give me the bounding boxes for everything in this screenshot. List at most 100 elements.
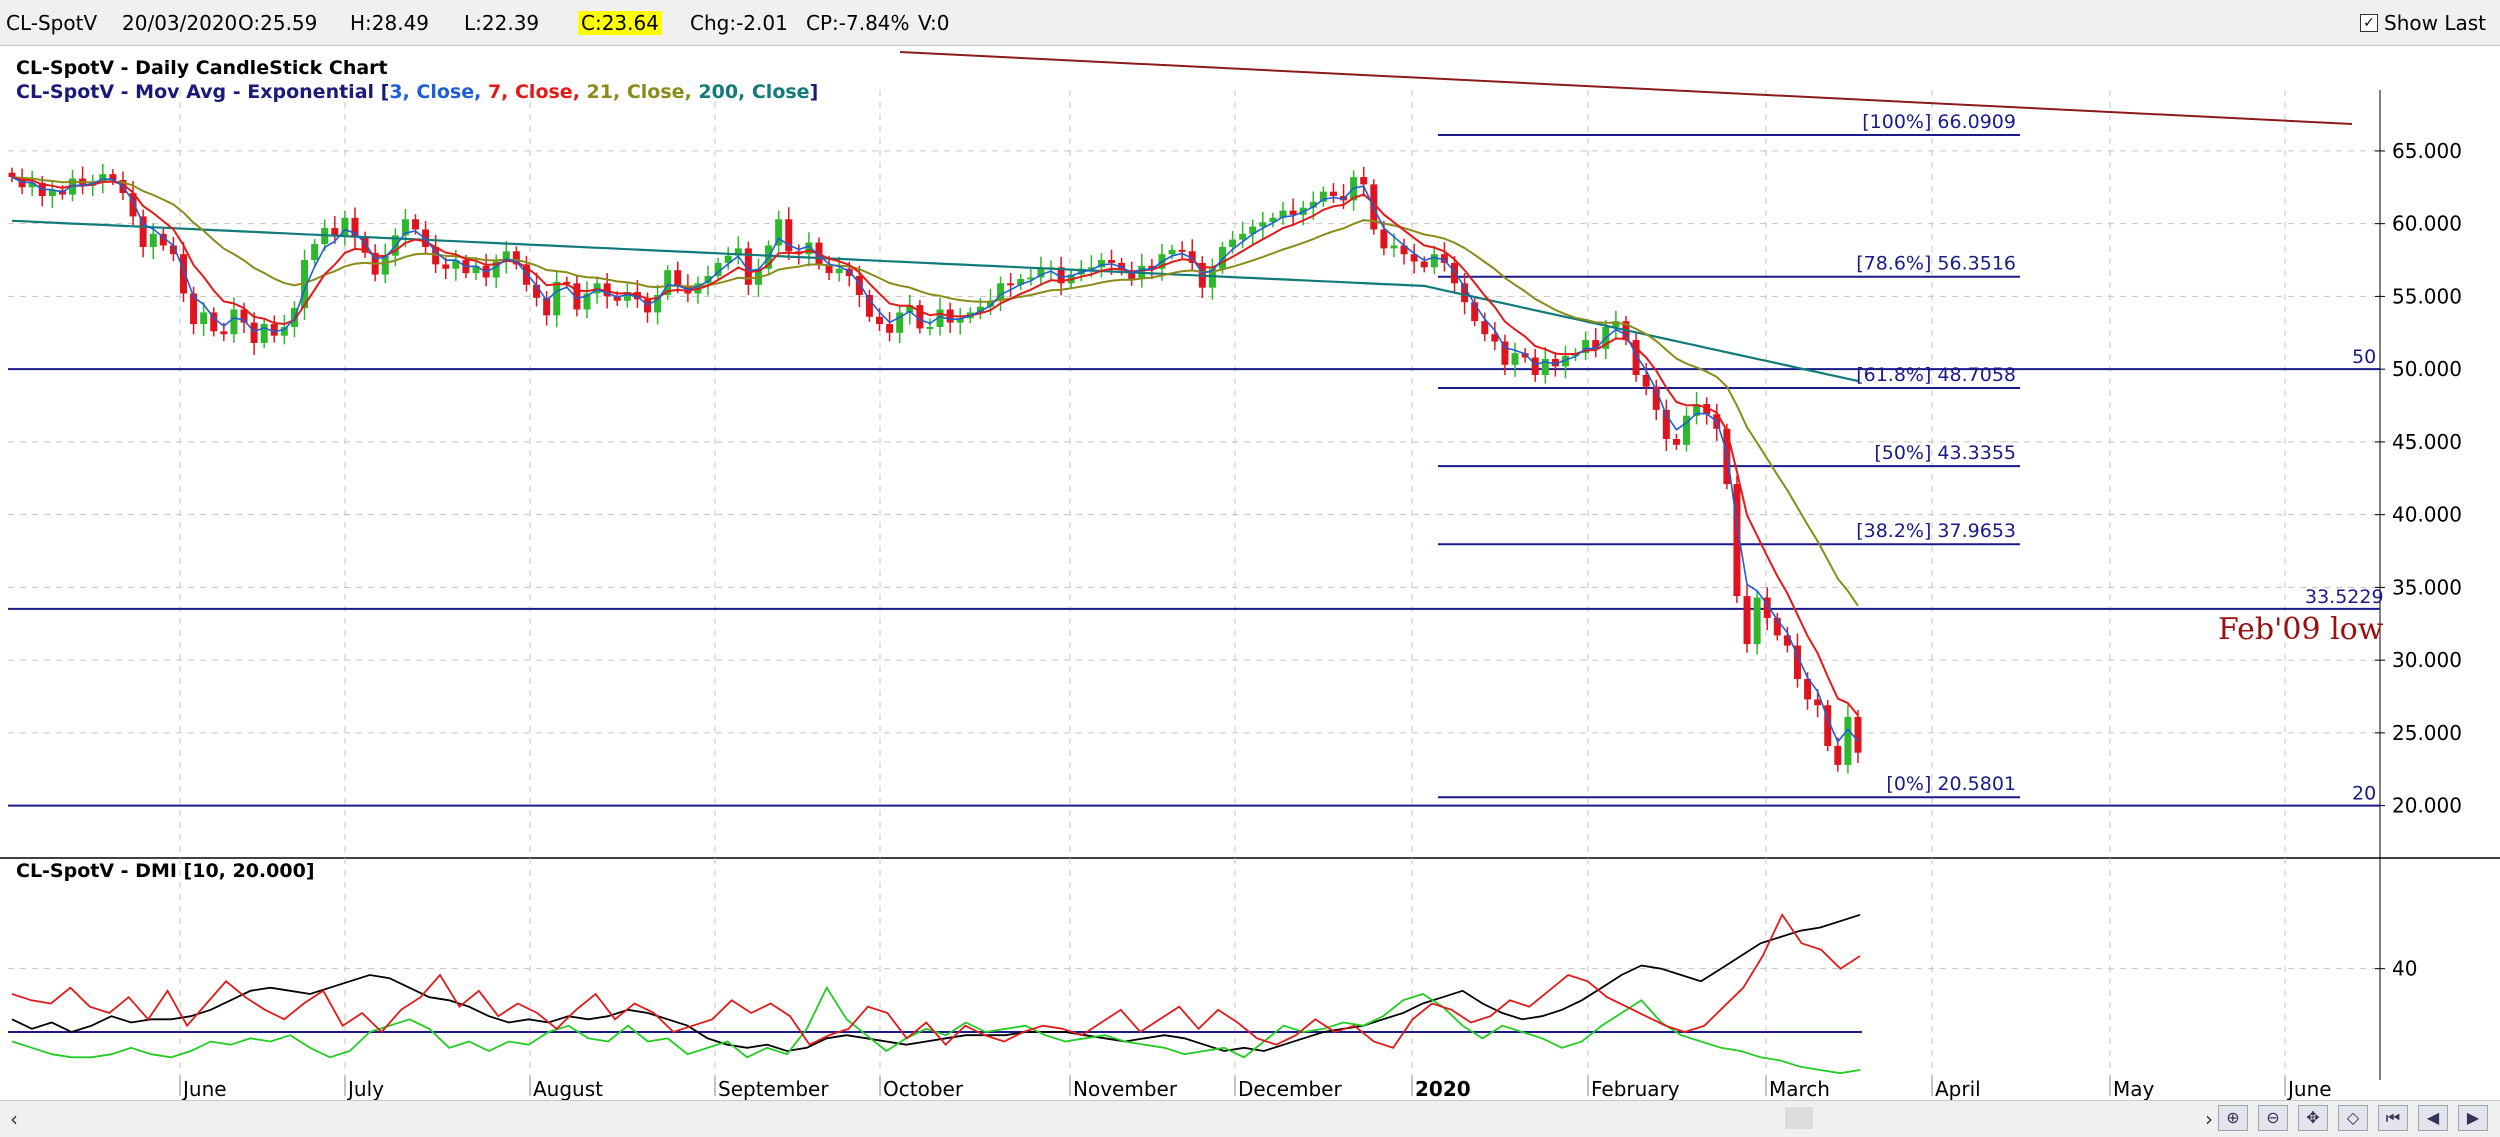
x-tick-label: December [1238,1077,1342,1101]
candle-body [270,324,278,336]
x-tick-label: July [346,1077,384,1101]
candle-body [674,270,682,287]
candle-body [1481,321,1489,335]
candle-body [1440,254,1448,263]
pan-icon[interactable]: ✥ [2298,1105,2328,1131]
ma21-label: 21, Close, [586,81,692,103]
scroll-thumb[interactable] [1785,1107,1813,1129]
open-value: O:25.59 [238,11,318,35]
x-tick-label: May [2113,1077,2155,1101]
low-value: L:22.39 [464,11,540,35]
first-page-icon[interactable]: ⏮ [2378,1105,2408,1131]
change-value: Chg:-2.01 [690,11,788,35]
x-tick-label: June [2286,1077,2332,1101]
chart-canvas[interactable]: June July August September October November De… [0,46,2500,1137]
level-20-label: 20 [2352,783,2376,805]
candle-body [250,322,258,343]
dmi-minus-di-line [11,912,1861,1049]
fib-label: [100%] 66.0909 [1862,111,2016,133]
fib-label: [50%] 43.3355 [1874,442,2016,464]
y-tick-label: 45.000 [2392,430,2462,454]
horizontal-scrollbar[interactable]: ‹ › ⊕ ⊖ ✥ ◇ ⏮ ◀ ▶ [0,1100,2500,1137]
candle-body [220,331,228,335]
candle-body [311,244,319,261]
candle-body [1854,716,1862,753]
candle-body [1380,229,1388,249]
fit-icon[interactable]: ◇ [2338,1105,2368,1131]
next-page-icon[interactable]: ▶ [2458,1105,2488,1131]
ma-prefix: CL-SpotV - Mov Avg - Exponential [ [16,81,390,103]
x-tick-label: April [1935,1077,1981,1101]
candle-body [1844,716,1852,765]
candle-body [1390,245,1398,249]
candle-body [1753,597,1761,645]
zoom-in-icon[interactable]: ⊕ [2218,1105,2248,1131]
y-tick-label: 40.000 [2392,503,2462,527]
candle-body [876,316,884,325]
ma200-label: 200, Close [698,81,810,103]
candle-body [1420,261,1428,268]
candle-body [1178,249,1186,252]
candle-body [149,233,157,247]
y-tick-label: 20.000 [2392,794,2462,818]
x-tick-label: June [181,1077,227,1101]
show-last-toggle[interactable]: ✓ Show Last [2360,11,2486,35]
candle-body [1511,353,1519,365]
level-33-label: 33.5229 [2305,586,2384,608]
ema-3-line [11,176,1859,744]
level-50-label: 50 [2352,346,2376,368]
zoom-out-icon[interactable]: ⊖ [2258,1105,2288,1131]
candle-body [835,268,843,274]
dmi-y-tick-label: 40 [2392,957,2417,981]
candle-body [179,254,187,294]
volume-value: V:0 [918,11,950,35]
prev-page-icon[interactable]: ◀ [2418,1105,2448,1131]
candle-body [139,216,147,247]
high-value: H:28.49 [350,11,430,35]
scroll-left-icon[interactable]: ‹ [10,1107,18,1131]
feb09-low-annotation: Feb'09 low [2218,612,2384,647]
x-tick-label: November [1073,1077,1178,1101]
candle-body [1329,191,1337,197]
candle-body [1168,249,1176,255]
candle-body [865,294,873,317]
candle-body [1108,260,1116,263]
candle-body [1007,283,1015,286]
candle-body [1229,239,1237,247]
candle-body [200,312,208,325]
ma-title: CL-SpotV - Mov Avg - Exponential [3, Clo… [16,80,818,104]
fib-label: [78.6%] 56.3516 [1856,253,2016,275]
y-tick-label: 30.000 [2392,648,2462,672]
show-last-label: Show Last [2384,11,2486,35]
checkbox-icon[interactable]: ✓ [2360,14,2379,32]
candle-body [442,264,450,269]
candle-body [1239,233,1247,240]
x-tick-label: March [1769,1077,1830,1101]
fib-label: [0%] 20.5801 [1886,773,2016,795]
candle-body [1672,438,1680,445]
y-tick-label: 55.000 [2392,284,2462,308]
change-percent-value: CP:-7.84% [806,11,910,35]
y-tick-label: 65.000 [2392,139,2462,163]
chart-titles: CL-SpotV - Daily CandleStick Chart CL-Sp… [16,56,818,104]
x-tick-label: 2020 [1415,1077,1471,1101]
candle-body [1531,357,1539,375]
symbol-label: CL-SpotV [6,11,98,35]
candle-body [411,219,419,230]
candle-body [260,324,268,343]
candle-body [1430,254,1438,268]
quote-bar: CL-SpotV 20/03/2020 O:25.59 H:28.49 L:22… [0,0,2500,46]
candle-body [926,326,934,329]
fib-label: [61.8%] 48.7058 [1856,364,2016,386]
x-tick-label: October [883,1077,964,1101]
ma3-label: 3, Close, [389,81,482,103]
candle-body [644,299,652,313]
candle-body [1834,745,1842,765]
y-tick-label: 60.000 [2392,212,2462,236]
scroll-right-icon[interactable]: › [2205,1107,2213,1131]
x-tick-label: September [718,1077,829,1101]
candle-body [855,276,863,295]
x-tick-label: February [1591,1077,1680,1101]
candle-body [1259,222,1267,227]
ema-200-line [11,219,1859,383]
